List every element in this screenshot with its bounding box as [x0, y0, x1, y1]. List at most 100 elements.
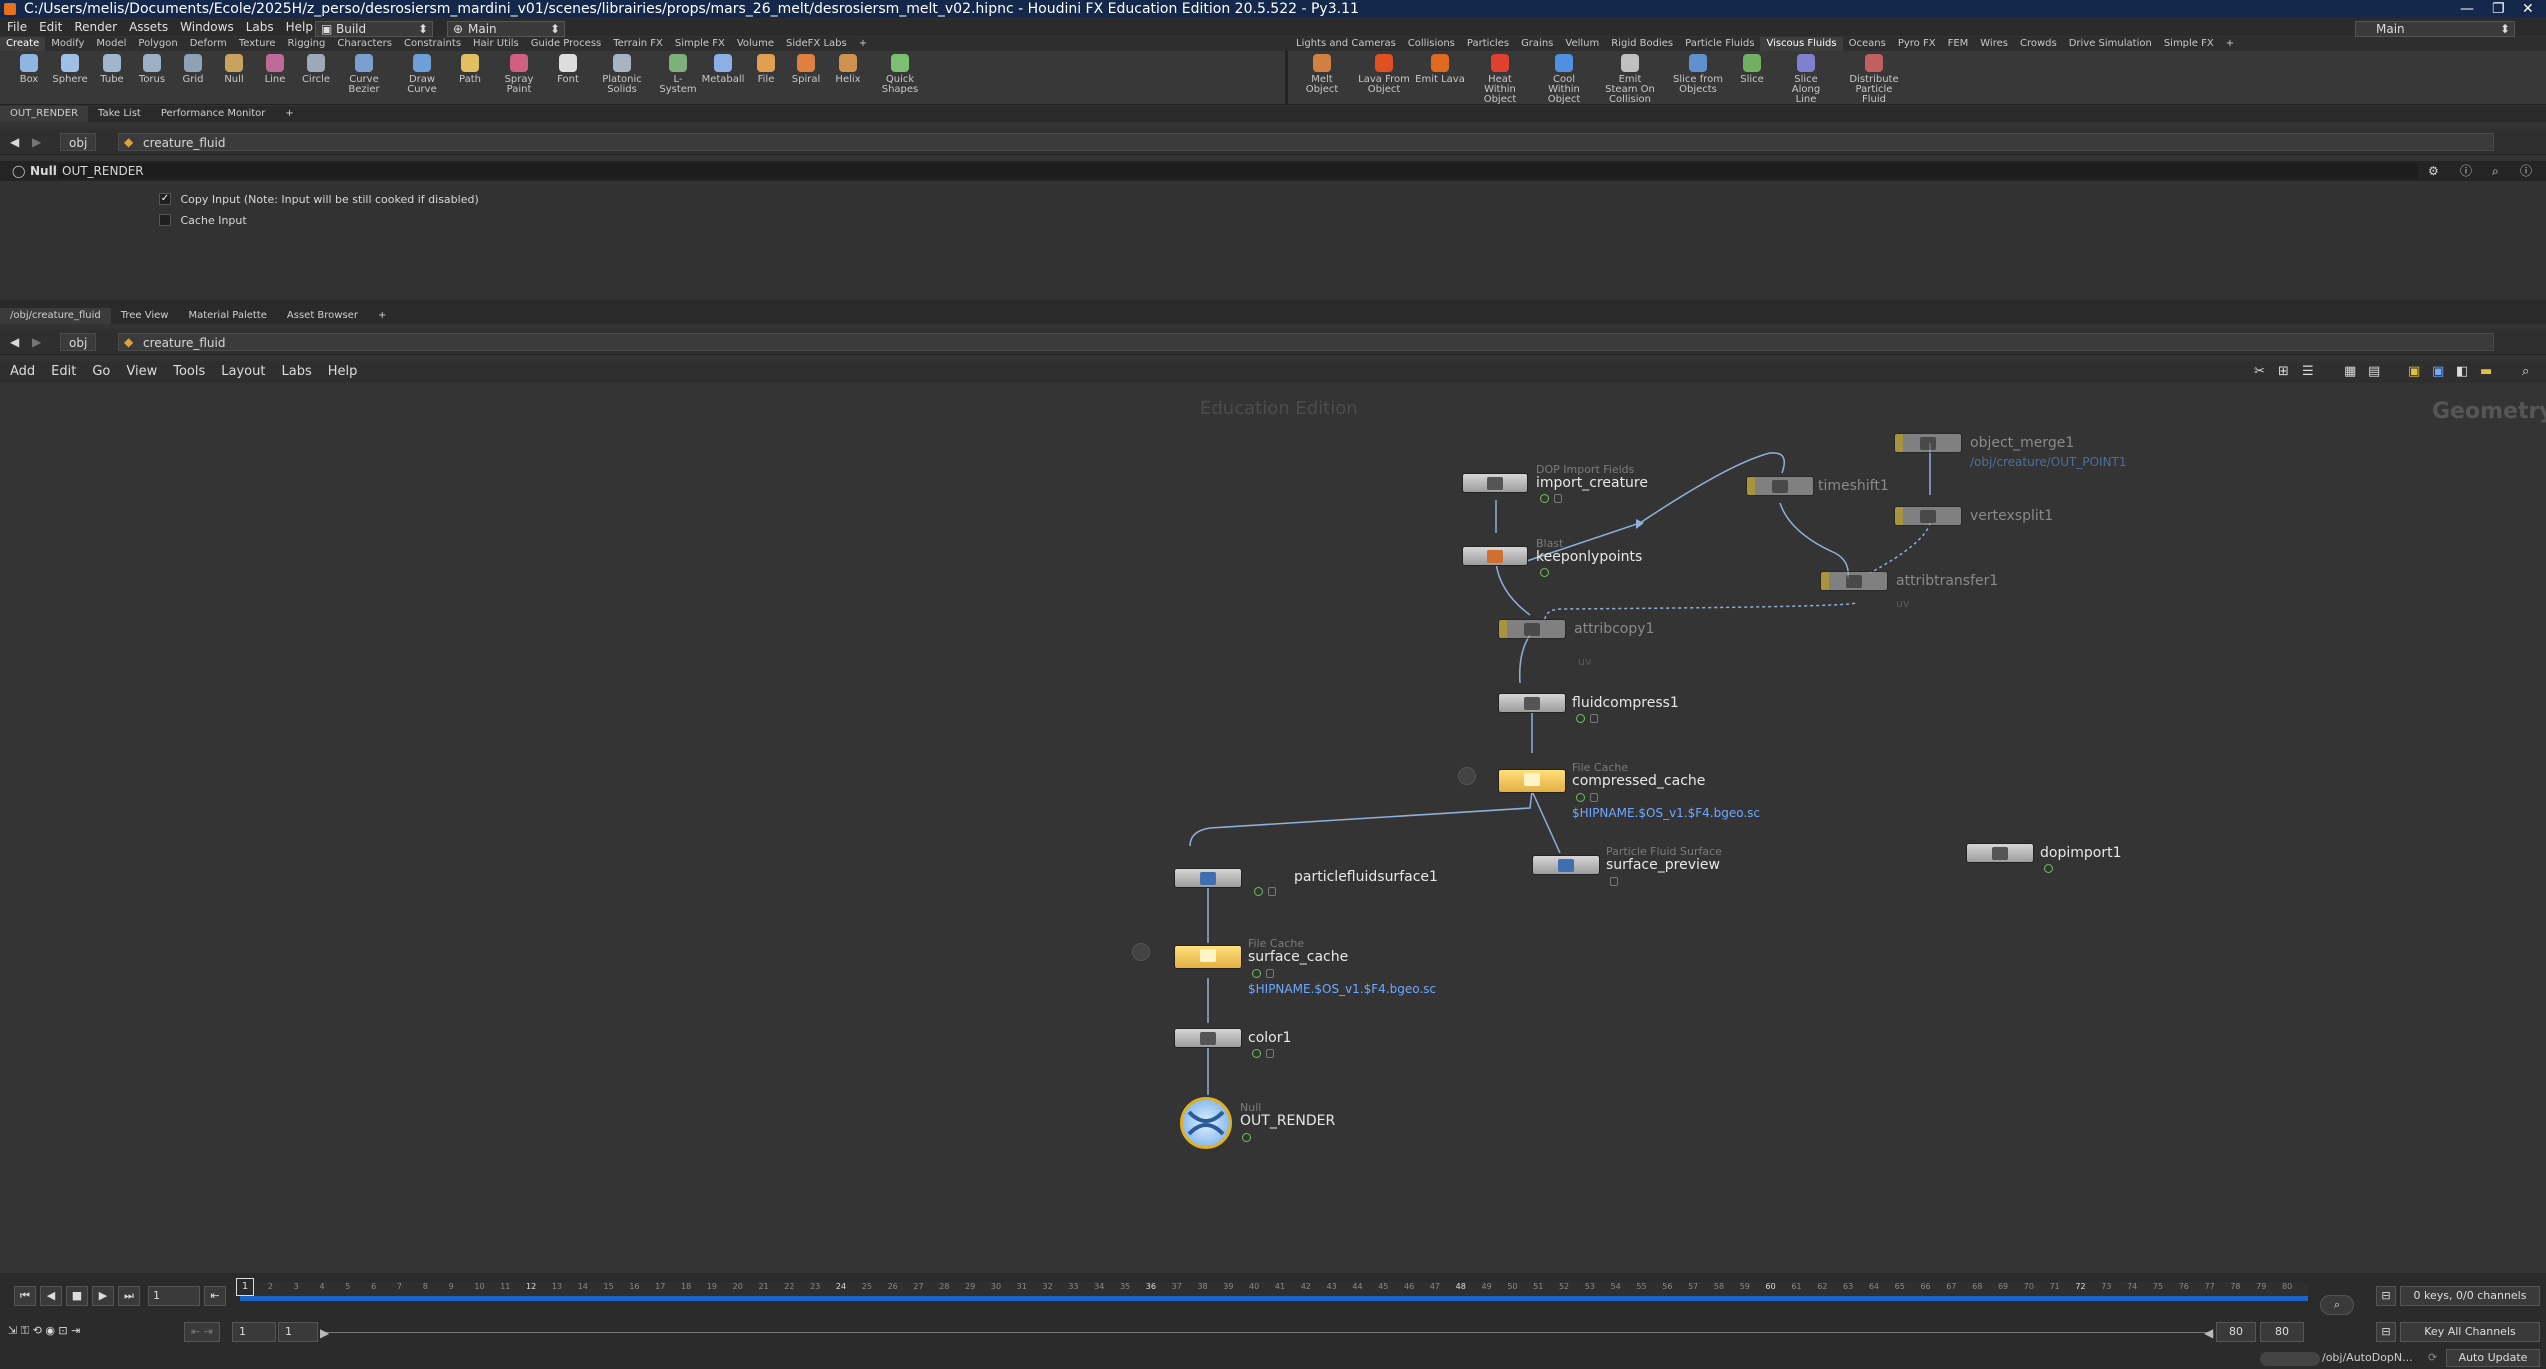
net-back-arrow-icon[interactable]: ◀: [10, 329, 19, 355]
shelf-tool[interactable]: Slice: [1726, 54, 1778, 85]
shelf-tab[interactable]: Volume: [731, 37, 780, 51]
shelf-tool[interactable]: Path: [448, 54, 492, 85]
menu-windows[interactable]: Windows: [180, 20, 234, 34]
tab-out-render[interactable]: OUT_RENDER: [0, 106, 89, 122]
shelf-tab[interactable]: Polygon: [132, 37, 183, 51]
right-desktop-dropdown[interactable]: Main ⬍: [2355, 21, 2515, 37]
net-menu-edit[interactable]: Edit: [51, 364, 76, 379]
stop-icon[interactable]: ■: [66, 1286, 88, 1306]
shelf-tool[interactable]: Emit Lava: [1414, 54, 1466, 85]
menu-labs[interactable]: Labs: [246, 20, 274, 34]
shelf-tool[interactable]: Torus: [130, 54, 174, 85]
forward-arrow-icon[interactable]: ▶: [32, 129, 41, 155]
path-root[interactable]: obj: [60, 133, 97, 151]
param-cache-input[interactable]: Cache Input: [159, 213, 247, 227]
cache-input-checkbox[interactable]: [159, 214, 171, 226]
display-flag-icon[interactable]: [1540, 494, 1549, 503]
node-surface-cache[interactable]: [1174, 945, 1242, 969]
sticky-note-icon[interactable]: ▣: [2408, 361, 2420, 383]
info-icon[interactable]: ⓘ: [2520, 161, 2532, 181]
menu-edit[interactable]: Edit: [39, 20, 62, 34]
frame-marker[interactable]: 1: [236, 1278, 254, 1296]
range-handle-left-icon[interactable]: ▶: [320, 1326, 329, 1340]
param-node-name-field[interactable]: OUT_RENDER: [58, 163, 2418, 179]
bypass-toggle-icon[interactable]: [1132, 943, 1150, 961]
network-graph[interactable]: Education Edition Geometry DOP Import Fi…: [0, 383, 2546, 1273]
shelf-tool[interactable]: Helix: [826, 54, 870, 85]
shelf-tool[interactable]: L-System: [656, 54, 700, 95]
display-flag-icon[interactable]: [1576, 793, 1585, 802]
timeline-ruler[interactable]: 1234567891011121314151617181920212223242…: [240, 1282, 2308, 1302]
shelf-tab[interactable]: Viscous Fluids: [1760, 37, 1843, 51]
range-handle-right-icon[interactable]: ◀: [2204, 1326, 2213, 1340]
refresh-icon[interactable]: ⟳: [2428, 1351, 2437, 1364]
net-menu-help[interactable]: Help: [328, 364, 358, 379]
list-icon[interactable]: ☰: [2302, 361, 2314, 383]
tab-asset-browser[interactable]: Asset Browser: [277, 308, 368, 324]
param-copy-input[interactable]: ✓ Copy Input (Note: Input will be still …: [159, 192, 479, 206]
shelf-tab[interactable]: Guide Process: [525, 37, 607, 51]
image-icon[interactable]: ▣: [2432, 361, 2444, 383]
range-nav-icon[interactable]: ⇤ ⇥: [184, 1322, 220, 1342]
node-color1[interactable]: [1174, 1028, 1242, 1048]
copy-input-checkbox[interactable]: ✓: [159, 193, 171, 205]
node-out-render[interactable]: [1180, 1097, 1232, 1149]
shelf-tab[interactable]: SideFX Labs: [780, 37, 853, 51]
shelf-tool[interactable]: Font: [546, 54, 590, 85]
desktop-dropdown[interactable]: Build ⬍ ▣: [315, 21, 433, 37]
shelf-tool[interactable]: Slice from Objects: [1672, 54, 1724, 95]
node-surface-preview[interactable]: [1532, 855, 1600, 875]
node-import-creature[interactable]: [1462, 473, 1528, 493]
tab-take-list[interactable]: Take List: [88, 106, 151, 122]
shelf-tab[interactable]: Create: [0, 37, 46, 51]
shelf-tool[interactable]: Line: [253, 54, 297, 85]
shelf-tab[interactable]: +: [2220, 37, 2240, 51]
menu-help[interactable]: Help: [286, 20, 313, 34]
gear-icon[interactable]: ⚙: [2428, 161, 2439, 181]
jump-start-icon[interactable]: ⏮: [14, 1286, 36, 1306]
end-frame-field[interactable]: 80: [2260, 1322, 2304, 1342]
shelf-tool[interactable]: Curve Bezier: [342, 54, 386, 95]
shelf-tool[interactable]: Circle: [294, 54, 338, 85]
zoom-icon[interactable]: ⌕: [2522, 361, 2529, 383]
restore-icon[interactable]: ❐: [2492, 0, 2505, 18]
shelf-tab[interactable]: Deform: [184, 37, 233, 51]
display-flag-icon[interactable]: [2044, 864, 2053, 873]
tab-network[interactable]: /obj/creature_fluid: [0, 308, 111, 324]
node-compressed-cache[interactable]: [1498, 769, 1566, 793]
shelf-tab[interactable]: Rigging: [281, 37, 331, 51]
shelf-tab[interactable]: Grains: [1515, 37, 1559, 51]
range-start-field[interactable]: 1: [278, 1322, 318, 1342]
shelf-tool[interactable]: Null: [212, 54, 256, 85]
current-frame-field[interactable]: 1: [148, 1286, 200, 1306]
node-dopimport1[interactable]: [1966, 843, 2034, 863]
key-icon[interactable]: ⚿: [21, 1324, 29, 1337]
back-arrow-icon[interactable]: ◀: [10, 129, 19, 155]
shelf-tab[interactable]: Particles: [1461, 37, 1515, 51]
shelf-tab[interactable]: Terrain FX: [607, 37, 669, 51]
shelf-tool[interactable]: Grid: [171, 54, 215, 85]
tree-icon[interactable]: ⊞: [2278, 361, 2289, 383]
bypass-toggle-icon[interactable]: [1458, 767, 1476, 785]
shelf-tab[interactable]: Modify: [45, 37, 90, 51]
shelf-tool[interactable]: Tube: [90, 54, 134, 85]
node-object-merge1[interactable]: [1894, 433, 1962, 453]
shelf-tool[interactable]: Spiral: [784, 54, 828, 85]
step-icon[interactable]: ⊡: [58, 1324, 67, 1337]
display-flag-icon[interactable]: [1254, 887, 1263, 896]
menu-assets[interactable]: Assets: [129, 20, 168, 34]
lock-icon[interactable]: [1266, 1049, 1274, 1058]
display-flag-icon[interactable]: [1540, 568, 1549, 577]
start-frame-field[interactable]: 1: [232, 1322, 276, 1342]
realtime-icon[interactable]: ◉: [45, 1324, 55, 1337]
shelf-tab[interactable]: Vellum: [1559, 37, 1605, 51]
shelf-tool[interactable]: Box: [7, 54, 51, 85]
shelf-tool[interactable]: Distribute Particle Fluid: [1848, 54, 1900, 105]
tab-performance-monitor[interactable]: Performance Monitor: [151, 106, 276, 122]
shelf-tab[interactable]: FEM: [1942, 37, 1975, 51]
shelf-tab[interactable]: Particle Fluids: [1679, 37, 1760, 51]
node-attribtransfer1[interactable]: [1820, 571, 1888, 591]
menu-file[interactable]: File: [7, 20, 27, 34]
layout-icon[interactable]: ▤: [2368, 361, 2380, 383]
shelf-tab[interactable]: +: [853, 37, 873, 51]
